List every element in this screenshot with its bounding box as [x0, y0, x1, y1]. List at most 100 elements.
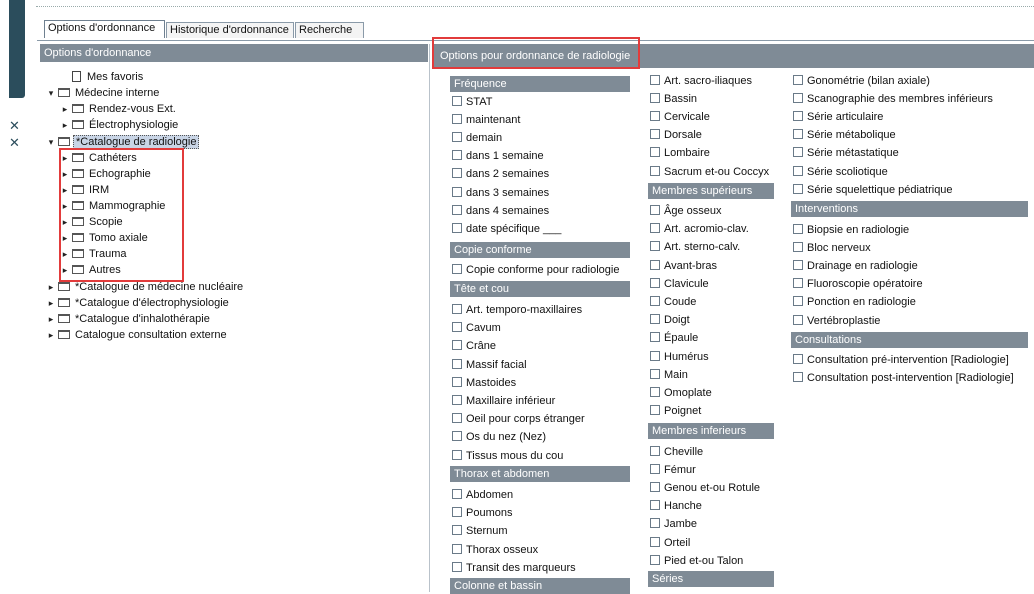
option-checkbox[interactable]: Bassin	[650, 91, 697, 107]
tree-node[interactable]: ▸ Catalogue consultation externe	[46, 327, 229, 343]
checkbox-icon[interactable]	[650, 296, 660, 306]
checkbox-icon[interactable]	[793, 314, 803, 325]
checkbox-icon[interactable]	[793, 129, 803, 140]
option-checkbox[interactable]: Épaule	[650, 330, 698, 346]
option-checkbox[interactable]: Consultation pré-intervention [Radiologi…	[793, 352, 1009, 368]
checkbox-icon[interactable]	[452, 376, 462, 387]
option-checkbox[interactable]: Fluoroscopie opératoire	[793, 276, 923, 292]
checkbox-icon[interactable]	[452, 449, 462, 460]
option-checkbox[interactable]: Tissus mous du cou	[452, 448, 563, 464]
option-checkbox[interactable]: dans 3 semaines	[452, 185, 549, 201]
checkbox-icon[interactable]	[793, 165, 803, 176]
option-checkbox[interactable]: Série articulaire	[793, 109, 883, 125]
option-checkbox[interactable]: Copie conforme pour radiologie	[452, 262, 619, 278]
option-checkbox[interactable]: Maxillaire inférieur	[452, 393, 555, 409]
collapse-toggle-icon[interactable]: ▸	[60, 101, 70, 117]
checkbox-icon[interactable]	[452, 168, 462, 179]
tab-recherche[interactable]: Recherche	[295, 22, 364, 38]
checkbox-icon[interactable]	[650, 223, 660, 234]
option-checkbox[interactable]: Consultation post-intervention [Radiolog…	[793, 370, 1014, 386]
option-checkbox[interactable]: date spécifique ___	[452, 221, 561, 237]
checkbox-icon[interactable]	[452, 322, 462, 333]
checkbox-icon[interactable]	[793, 75, 803, 85]
expand-toggle-icon[interactable]: ▾	[46, 134, 56, 150]
option-checkbox[interactable]: Orteil	[650, 535, 690, 551]
checkbox-icon[interactable]	[650, 446, 660, 456]
option-checkbox[interactable]: Cavum	[452, 320, 501, 336]
checkbox-icon[interactable]	[650, 241, 660, 252]
option-checkbox[interactable]: Humérus	[650, 349, 709, 365]
option-checkbox[interactable]: Art. sacro-iliaques	[650, 73, 752, 89]
checkbox-icon[interactable]	[452, 150, 462, 161]
checkbox-icon[interactable]	[452, 340, 462, 351]
option-checkbox[interactable]: Os du nez (Nez)	[452, 429, 546, 445]
checkbox-icon[interactable]	[650, 93, 660, 104]
option-checkbox[interactable]: dans 1 semaine	[452, 148, 544, 164]
checkbox-icon[interactable]	[452, 222, 462, 233]
option-checkbox[interactable]: Thorax osseux	[452, 542, 538, 558]
option-checkbox[interactable]: Dorsale	[650, 127, 702, 143]
checkbox-icon[interactable]	[793, 111, 803, 122]
option-checkbox[interactable]: Doigt	[650, 312, 690, 328]
option-checkbox[interactable]: Coude	[650, 294, 696, 310]
checkbox-icon[interactable]	[650, 554, 660, 565]
sidebar-nav-bar[interactable]	[9, 0, 25, 98]
option-checkbox[interactable]: Crâne	[452, 338, 496, 354]
option-checkbox[interactable]: Transit des marqueurs	[452, 560, 576, 576]
option-checkbox[interactable]: Jambe	[650, 516, 697, 532]
checkbox-icon[interactable]	[650, 536, 660, 547]
checkbox-icon[interactable]	[793, 296, 803, 307]
checkbox-icon[interactable]	[650, 111, 660, 122]
collapse-toggle-icon[interactable]: ▸	[60, 117, 70, 133]
checkbox-icon[interactable]	[650, 314, 660, 325]
option-checkbox[interactable]: Clavicule	[650, 276, 709, 292]
checkbox-icon[interactable]	[452, 507, 462, 518]
checkbox-icon[interactable]	[793, 93, 803, 104]
close-icon[interactable]: ✕	[9, 120, 21, 133]
checkbox-icon[interactable]	[793, 242, 803, 253]
option-checkbox[interactable]: Sacrum et-ou Coccyx	[650, 164, 769, 180]
checkbox-icon[interactable]	[452, 264, 462, 274]
option-checkbox[interactable]: Ponction en radiologie	[793, 294, 916, 310]
option-checkbox[interactable]: Oeil pour corps étranger	[452, 411, 585, 427]
panel-splitter[interactable]	[429, 44, 430, 592]
option-checkbox[interactable]: Cervicale	[650, 109, 710, 125]
option-checkbox[interactable]: Art. acromio-clav.	[650, 221, 749, 237]
checkbox-icon[interactable]	[650, 259, 660, 270]
option-checkbox[interactable]: Mastoides	[452, 375, 516, 391]
checkbox-icon[interactable]	[650, 368, 660, 379]
option-checkbox[interactable]: Scanographie des membres inférieurs	[793, 91, 993, 107]
checkbox-icon[interactable]	[793, 183, 803, 194]
checkbox-icon[interactable]	[793, 354, 803, 364]
checkbox-icon[interactable]	[452, 525, 462, 536]
collapse-toggle-icon[interactable]: ▸	[46, 327, 56, 343]
tree-node[interactable]: ▸ *Catalogue d'électrophysiologie	[46, 295, 231, 311]
checkbox-icon[interactable]	[793, 260, 803, 271]
checkbox-icon[interactable]	[452, 395, 462, 405]
checkbox-icon[interactable]	[793, 372, 803, 382]
checkbox-icon[interactable]	[452, 413, 462, 424]
option-checkbox[interactable]: dans 2 semaines	[452, 166, 549, 182]
checkbox-icon[interactable]	[650, 350, 660, 361]
checkbox-icon[interactable]	[452, 186, 462, 197]
checkbox-icon[interactable]	[452, 431, 462, 442]
option-checkbox[interactable]: Cheville	[650, 444, 703, 460]
checkbox-icon[interactable]	[650, 165, 660, 176]
checkbox-icon[interactable]	[452, 304, 462, 314]
checkbox-icon[interactable]	[650, 518, 660, 529]
checkbox-icon[interactable]	[650, 75, 660, 85]
tab-options-ordonnance[interactable]: Options d'ordonnance	[44, 20, 165, 38]
checkbox-icon[interactable]	[650, 205, 660, 215]
checkbox-icon[interactable]	[793, 278, 803, 289]
option-checkbox[interactable]: Drainage en radiologie	[793, 258, 918, 274]
checkbox-icon[interactable]	[650, 482, 660, 493]
option-checkbox[interactable]: Hanche	[650, 498, 702, 514]
checkbox-icon[interactable]	[452, 543, 462, 554]
option-checkbox[interactable]: Avant-bras	[650, 258, 717, 274]
collapse-toggle-icon[interactable]: ▸	[46, 279, 56, 295]
option-checkbox[interactable]: Vertébroplastie	[793, 313, 880, 329]
option-checkbox[interactable]: Fémur	[650, 462, 696, 478]
option-checkbox[interactable]: Poumons	[452, 505, 512, 521]
option-checkbox[interactable]: Série squelettique pédiatrique	[793, 182, 953, 198]
checkbox-icon[interactable]	[650, 405, 660, 416]
